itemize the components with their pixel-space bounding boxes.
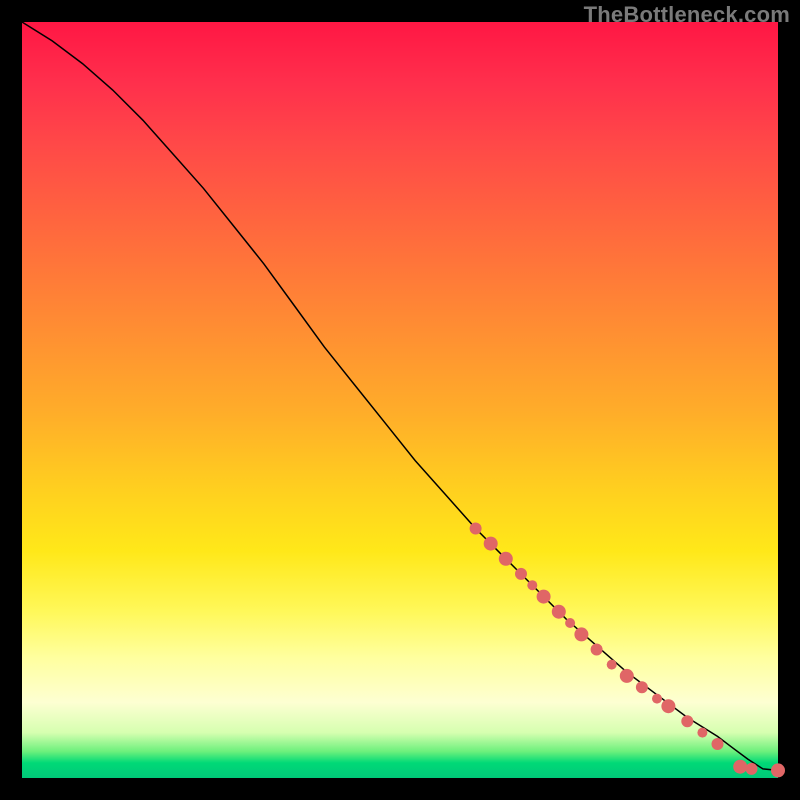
data-marker <box>733 760 747 774</box>
data-marker <box>515 568 527 580</box>
plot-area <box>22 22 778 778</box>
data-marker <box>499 552 513 566</box>
marker-group <box>470 523 785 778</box>
data-marker <box>591 644 603 656</box>
data-marker <box>470 523 482 535</box>
data-marker <box>746 763 758 775</box>
data-marker <box>552 605 566 619</box>
data-marker <box>712 738 724 750</box>
data-marker <box>771 763 785 777</box>
chart-frame: TheBottleneck.com <box>0 0 800 800</box>
data-marker <box>527 580 537 590</box>
data-marker <box>661 699 675 713</box>
data-marker <box>565 618 575 628</box>
data-marker <box>636 681 648 693</box>
data-marker <box>484 537 498 551</box>
chart-overlay <box>22 22 778 778</box>
data-marker <box>537 590 551 604</box>
data-marker <box>697 728 707 738</box>
watermark-text: TheBottleneck.com <box>584 2 790 28</box>
data-marker <box>681 715 693 727</box>
data-marker <box>620 669 634 683</box>
data-marker <box>574 627 588 641</box>
data-marker <box>652 694 662 704</box>
bottleneck-curve <box>22 22 778 770</box>
data-marker <box>607 660 617 670</box>
